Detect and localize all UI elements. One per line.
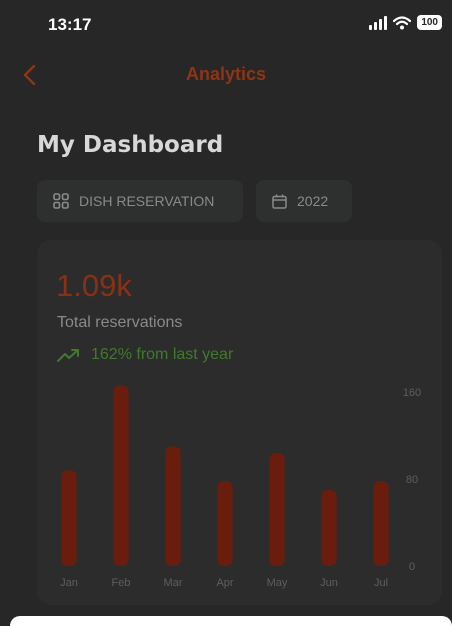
x-tick-label: May (267, 577, 288, 589)
bar-may (269, 452, 285, 566)
battery-icon: 100 (417, 15, 442, 30)
x-tick-label: Jan (60, 577, 78, 589)
y-tick-label: 80 (406, 474, 418, 486)
dish-reservation-filter[interactable]: DISH RESERVATION (37, 180, 243, 222)
reservations-bar-chart: Jan Feb Mar Apr May Jun Jul 0 80 160 (60, 385, 421, 589)
dish-filter-label: DISH RESERVATION (79, 193, 215, 209)
y-tick-label: 160 (403, 387, 421, 399)
x-tick-label: Mar (164, 577, 183, 589)
bar-mar (165, 446, 181, 566)
cellular-signal-icon (369, 15, 388, 30)
x-tick-label: Jul (374, 577, 388, 589)
bar-apr (217, 481, 233, 566)
reservations-card: 1.09k Total reservations 162% from last … (37, 240, 442, 605)
bar-jan (61, 470, 77, 566)
bottom-sheet (10, 616, 452, 626)
bar-jul (373, 481, 389, 566)
calendar-icon (272, 194, 287, 209)
page-title: Analytics (185, 64, 267, 84)
bar-feb (113, 385, 129, 566)
year-filter-label: 2022 (297, 193, 329, 209)
dashboard-title: My Dashboard (37, 132, 224, 158)
wifi-icon (393, 15, 412, 30)
y-tick-label: 0 (409, 561, 415, 573)
status-icons: 100 (369, 15, 442, 30)
year-filter[interactable]: 2022 (256, 180, 352, 222)
nav-bar: Analytics (0, 56, 452, 96)
x-tick-label: Jun (320, 577, 338, 589)
bar-jun (321, 489, 337, 566)
x-tick-label: Apr (216, 577, 233, 589)
x-tick-label: Feb (112, 577, 131, 589)
status-bar: 13:17 100 (0, 0, 452, 50)
grid-icon (53, 193, 69, 209)
status-time: 13:17 (48, 15, 92, 34)
